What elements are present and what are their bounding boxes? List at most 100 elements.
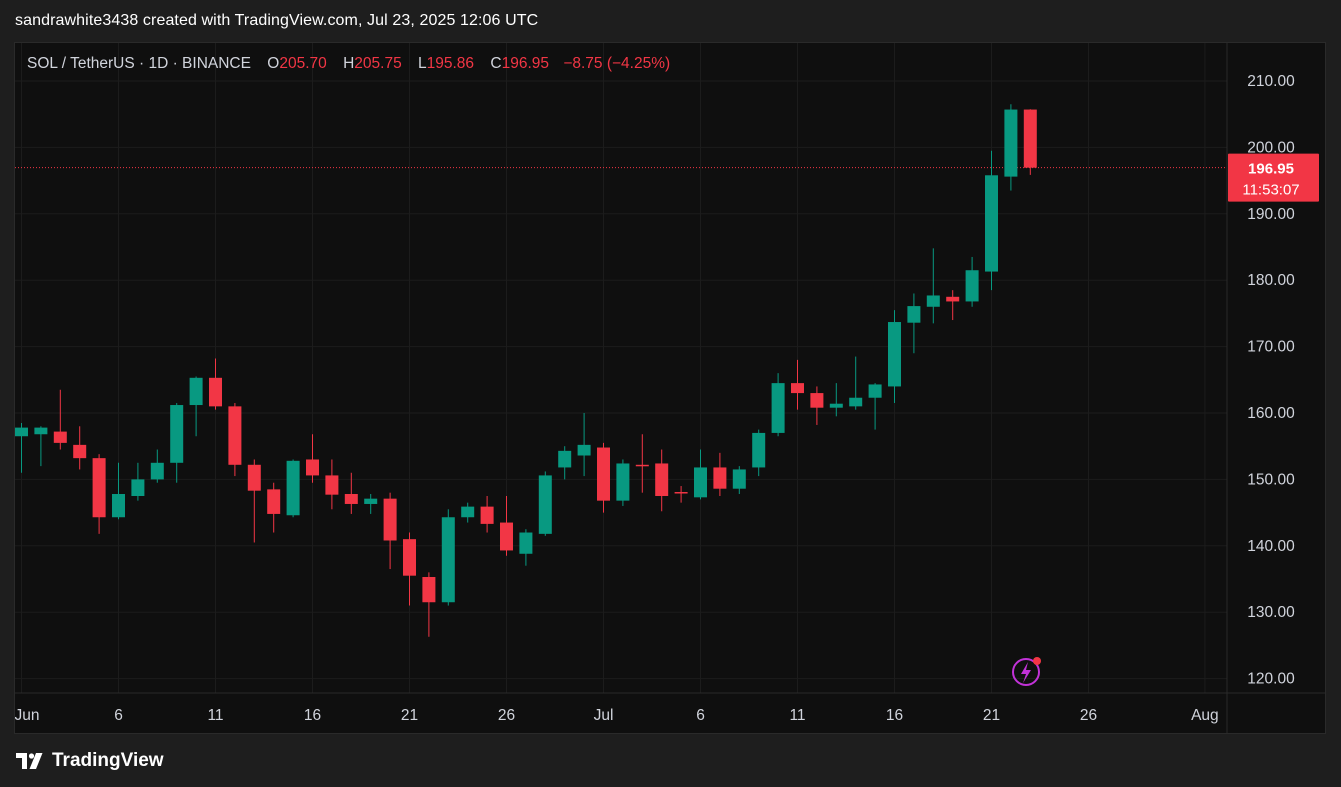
candle[interactable] xyxy=(538,471,552,536)
candle[interactable] xyxy=(189,376,203,437)
candle[interactable] xyxy=(500,496,513,556)
y-tick-label: 140.00 xyxy=(1247,538,1295,555)
candle[interactable] xyxy=(1004,104,1018,191)
candle[interactable] xyxy=(558,446,572,480)
candle-body xyxy=(228,406,242,465)
candle-body xyxy=(810,393,824,408)
candle-body xyxy=(577,444,591,456)
candle-body xyxy=(713,467,727,489)
candle[interactable] xyxy=(306,434,319,483)
candle[interactable] xyxy=(53,389,67,450)
candle[interactable] xyxy=(461,502,475,523)
candle[interactable] xyxy=(616,459,630,506)
candle[interactable] xyxy=(829,383,843,417)
candle-body xyxy=(325,475,339,495)
close-label: C xyxy=(490,55,502,72)
candle-body xyxy=(131,479,145,496)
candle[interactable] xyxy=(926,248,940,324)
candle[interactable] xyxy=(985,150,998,291)
x-tick-label: 6 xyxy=(114,707,123,724)
candle-body xyxy=(868,384,882,398)
candle-body xyxy=(946,296,960,302)
high-label: H xyxy=(343,55,355,72)
candle[interactable] xyxy=(383,492,397,570)
candle[interactable] xyxy=(791,359,804,410)
candle[interactable] xyxy=(480,496,494,533)
candle[interactable] xyxy=(868,383,882,430)
candle-body xyxy=(150,462,164,480)
candle[interactable] xyxy=(597,442,610,513)
candle[interactable] xyxy=(771,373,785,437)
price-tag-countdown: 11:53:07 xyxy=(1242,182,1299,199)
candle[interactable] xyxy=(888,310,901,404)
x-tick-label: Jun xyxy=(15,707,40,724)
candle-body xyxy=(461,506,475,518)
candle[interactable] xyxy=(635,434,649,493)
candle[interactable] xyxy=(713,452,727,496)
candle-body xyxy=(1023,109,1037,168)
candle[interactable] xyxy=(655,449,669,512)
candle-body xyxy=(791,383,804,394)
candle-body xyxy=(694,467,707,498)
y-tick-label: 180.00 xyxy=(1247,272,1295,289)
candlestick-chart[interactable]: 210.00200.00190.00180.00170.00160.00150.… xyxy=(15,43,1325,733)
candle[interactable] xyxy=(1023,109,1037,175)
price-tag-value: 196.95 xyxy=(1248,161,1294,178)
symbol-label[interactable]: SOL / TetherUS · 1D · BINANCE xyxy=(27,55,251,72)
candle[interactable] xyxy=(849,356,863,410)
x-tick-label: 26 xyxy=(498,707,515,724)
x-tick-label: Jul xyxy=(594,707,614,724)
candle[interactable] xyxy=(209,358,222,410)
candle[interactable] xyxy=(965,256,979,307)
candle[interactable] xyxy=(73,426,87,470)
candle[interactable] xyxy=(441,509,455,606)
candle[interactable] xyxy=(364,494,378,514)
chart-caption: sandrawhite3438 created with TradingView… xyxy=(15,12,539,29)
open-label: O xyxy=(267,55,280,72)
candle[interactable] xyxy=(519,529,533,566)
candle[interactable] xyxy=(247,459,261,543)
candle[interactable] xyxy=(403,532,416,606)
candle-body xyxy=(209,377,222,407)
candle[interactable] xyxy=(150,449,164,483)
candle[interactable] xyxy=(946,290,960,321)
candle[interactable] xyxy=(92,454,106,534)
candle[interactable] xyxy=(112,462,125,520)
candle-body xyxy=(344,494,358,504)
tradingview-brand[interactable]: TradingView xyxy=(16,750,164,772)
candle-body xyxy=(849,397,863,407)
candle-body xyxy=(170,405,184,463)
candle[interactable] xyxy=(131,462,145,501)
candle-body xyxy=(73,444,87,459)
candle-body xyxy=(383,498,397,541)
candle[interactable] xyxy=(752,429,766,477)
low-label: L xyxy=(418,55,427,72)
chart-panel[interactable]: SOL / TetherUS · 1D · BINANCE O205.70 H2… xyxy=(14,42,1326,734)
candle[interactable] xyxy=(810,386,824,425)
candle[interactable] xyxy=(694,449,707,500)
candle-body xyxy=(500,522,513,551)
candle[interactable] xyxy=(577,413,591,477)
candle-body xyxy=(112,494,125,518)
candle-body xyxy=(752,432,766,468)
candle[interactable] xyxy=(732,466,746,495)
candle[interactable] xyxy=(228,403,242,477)
candle[interactable] xyxy=(34,426,48,467)
y-tick-label: 160.00 xyxy=(1247,405,1295,422)
candle-body xyxy=(480,506,494,524)
candle-body xyxy=(403,539,416,576)
y-tick-label: 130.00 xyxy=(1247,604,1295,621)
candle[interactable] xyxy=(286,459,300,518)
candle-body xyxy=(888,322,901,387)
candle[interactable] xyxy=(15,422,28,473)
y-tick-label: 120.00 xyxy=(1247,671,1295,688)
candle[interactable] xyxy=(325,459,339,510)
candle-body xyxy=(985,175,998,272)
candle[interactable] xyxy=(907,293,921,354)
lightning-indicator-icon[interactable] xyxy=(1012,657,1041,686)
candle-body xyxy=(965,270,979,302)
candle[interactable] xyxy=(267,482,281,533)
candle[interactable] xyxy=(170,403,184,483)
candle[interactable] xyxy=(674,486,688,503)
candle[interactable] xyxy=(422,572,436,637)
